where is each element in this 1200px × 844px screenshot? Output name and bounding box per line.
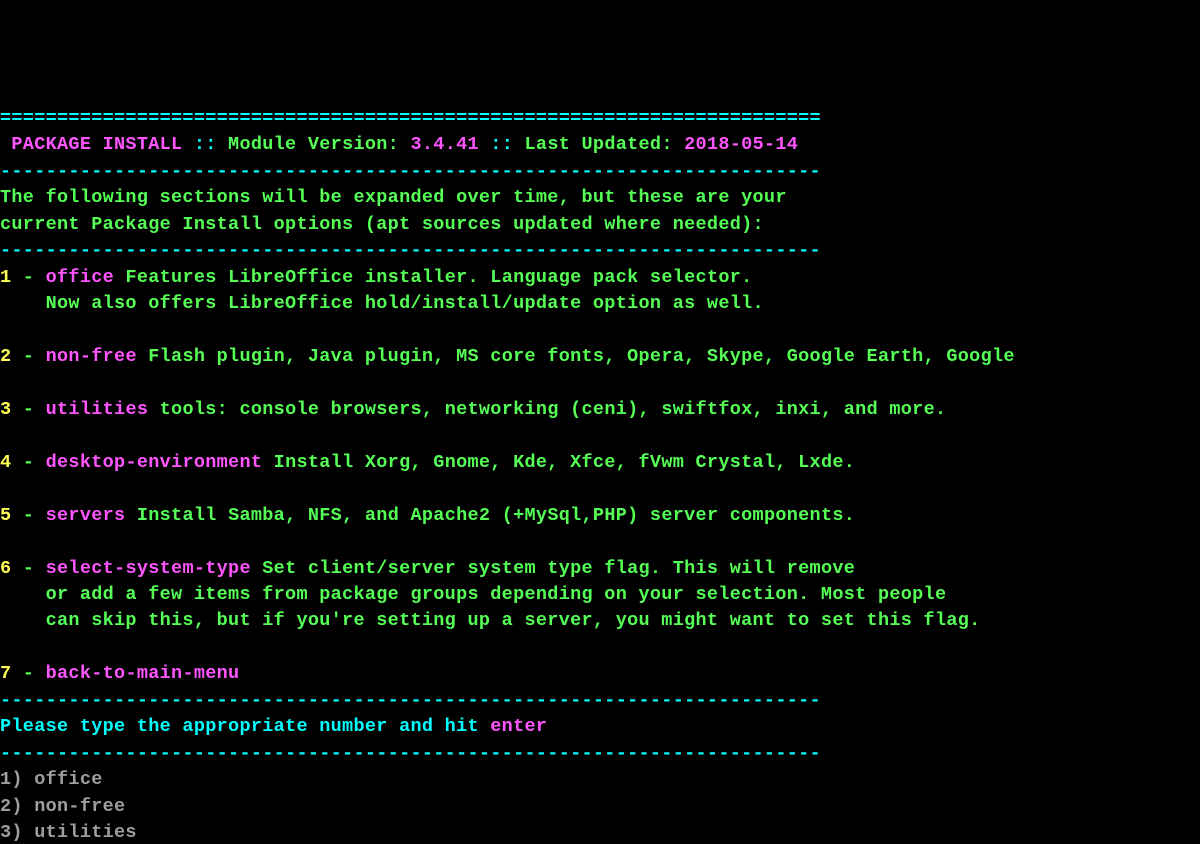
module-version-value: 3.4.41 bbox=[410, 134, 478, 155]
spc bbox=[399, 134, 410, 155]
opt-1-desc2: Now also offers LibreOffice hold/install… bbox=[0, 293, 764, 314]
opt-7-num[interactable]: 7 bbox=[0, 663, 11, 684]
opt-4-key[interactable]: desktop-environment bbox=[46, 452, 263, 473]
menu-2-num[interactable]: 2) bbox=[0, 796, 34, 817]
opt-1-num[interactable]: 1 bbox=[0, 267, 11, 288]
menu-1-num[interactable]: 1) bbox=[0, 769, 34, 790]
opt-4-dash: - bbox=[11, 452, 45, 473]
page-title: PACKAGE INSTALL bbox=[11, 134, 182, 155]
rule-dash-3: ----------------------------------------… bbox=[0, 690, 821, 711]
intro-line-2: current Package Install options (apt sou… bbox=[0, 214, 764, 235]
menu-2-label[interactable]: non-free bbox=[34, 796, 125, 817]
opt-4-num[interactable]: 4 bbox=[0, 452, 11, 473]
opt-2-dash: - bbox=[11, 346, 45, 367]
opt-3-key[interactable]: utilities bbox=[46, 399, 149, 420]
spc2 bbox=[673, 134, 684, 155]
sep2: :: bbox=[479, 134, 525, 155]
opt-6-num[interactable]: 6 bbox=[0, 558, 11, 579]
opt-2-num[interactable]: 2 bbox=[0, 346, 11, 367]
last-updated-value: 2018-05-14 bbox=[684, 134, 798, 155]
prompt-text: Please type the appropriate number and h… bbox=[0, 716, 490, 737]
opt-5-desc1: Install Samba, NFS, and Apache2 (+MySql,… bbox=[125, 505, 855, 526]
opt-1-dash: - bbox=[11, 267, 45, 288]
opt-3-desc1: tools: console browsers, networking (cen… bbox=[148, 399, 946, 420]
rule-top: ========================================… bbox=[0, 108, 821, 129]
menu-3-num[interactable]: 3) bbox=[0, 822, 34, 843]
menu-1-label[interactable]: office bbox=[34, 769, 102, 790]
prompt-keyword: enter bbox=[490, 716, 547, 737]
header-leading-space bbox=[0, 134, 11, 155]
opt-5-dash: - bbox=[11, 505, 45, 526]
opt-3-num[interactable]: 3 bbox=[0, 399, 11, 420]
menu-3-label[interactable]: utilities bbox=[34, 822, 137, 843]
opt-3-dash: - bbox=[11, 399, 45, 420]
opt-2-desc1: Flash plugin, Java plugin, MS core fonts… bbox=[137, 346, 1015, 367]
opt-2-key[interactable]: non-free bbox=[46, 346, 137, 367]
opt-4-desc1: Install Xorg, Gnome, Kde, Xfce, fVwm Cry… bbox=[262, 452, 855, 473]
opt-6-desc1: Set client/server system type flag. This… bbox=[251, 558, 855, 579]
rule-dash-2: ----------------------------------------… bbox=[0, 240, 821, 261]
intro-line-1: The following sections will be expanded … bbox=[0, 187, 787, 208]
opt-6-desc2: or add a few items from package groups d… bbox=[0, 584, 946, 605]
opt-5-key[interactable]: servers bbox=[46, 505, 126, 526]
rule-dash-1: ----------------------------------------… bbox=[0, 161, 821, 182]
rule-dash-4: ----------------------------------------… bbox=[0, 743, 821, 764]
opt-7-key[interactable]: back-to-main-menu bbox=[46, 663, 240, 684]
opt-1-desc1: Features LibreOffice installer. Language… bbox=[114, 267, 753, 288]
opt-6-desc3: can skip this, but if you're setting up … bbox=[0, 610, 981, 631]
opt-1-key[interactable]: office bbox=[46, 267, 114, 288]
opt-5-num[interactable]: 5 bbox=[0, 505, 11, 526]
opt-6-key[interactable]: select-system-type bbox=[46, 558, 251, 579]
last-updated-label: Last Updated: bbox=[525, 134, 673, 155]
module-version-label: Module Version: bbox=[228, 134, 399, 155]
opt-6-dash: - bbox=[11, 558, 45, 579]
sep1: :: bbox=[182, 134, 228, 155]
opt-7-dash: - bbox=[11, 663, 45, 684]
